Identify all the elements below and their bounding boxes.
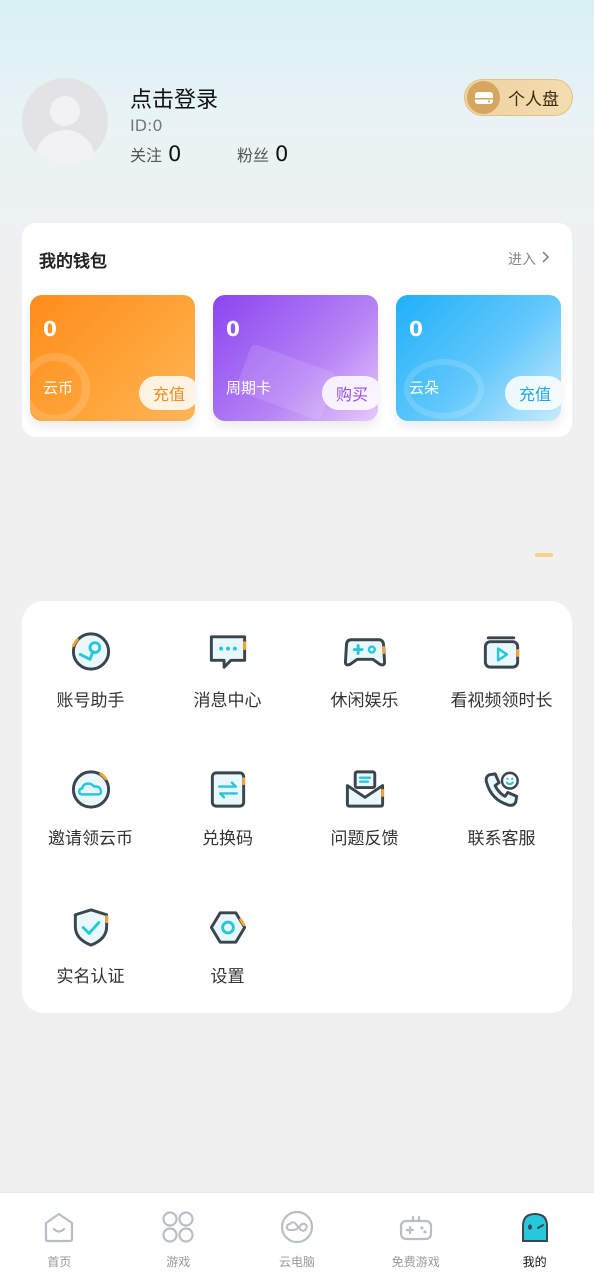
nav-home[interactable]: 首页: [0, 1193, 119, 1280]
tool-message-center[interactable]: 消息中心: [159, 601, 296, 711]
banner-indicator: [535, 553, 553, 557]
tool-label: 消息中心: [193, 691, 262, 711]
period-card[interactable]: 0 周期卡 购买: [213, 295, 378, 421]
wallet-panel: 我的钱包 进入 0 云币 充值 0 周期卡 购买 0 云朵 充值: [22, 223, 572, 437]
period-card-name: 周期卡: [226, 379, 272, 397]
nav-label: 首页: [47, 1255, 72, 1269]
video-icon: [483, 636, 519, 669]
home-icon: [45, 1212, 74, 1243]
apps-icon: [162, 1211, 194, 1243]
feedback-icon: [345, 770, 384, 808]
tool-label: 兑换码: [202, 829, 253, 849]
shield-check-icon: [73, 908, 108, 947]
tool-label: 账号助手: [56, 691, 125, 711]
chevron-right-icon: [542, 251, 550, 267]
gamepad-icon: [343, 638, 386, 667]
bottom-nav: 首页 游戏 云电脑 免费游戏 我的: [0, 1192, 594, 1280]
exchange-icon: [210, 771, 245, 808]
wallet-enter-label: 进入: [508, 252, 536, 268]
personal-disk-button[interactable]: 个人盘: [464, 79, 573, 116]
fans-label: 粉丝: [237, 146, 270, 165]
nav-label: 游戏: [166, 1255, 191, 1269]
nav-label: 云电脑: [278, 1255, 315, 1269]
cloud-coin-recharge-button[interactable]: 充值: [139, 376, 195, 410]
tool-customer-service[interactable]: 联系客服: [433, 739, 570, 849]
cloud-drop-recharge-button[interactable]: 充值: [505, 376, 561, 410]
settings-icon: [209, 911, 246, 944]
tool-feedback[interactable]: 问题反馈: [296, 739, 433, 849]
follow-count: 0: [168, 142, 182, 166]
nav-label: 我的: [522, 1255, 547, 1269]
cloud-drop-card[interactable]: 0 云朵 充值: [396, 295, 561, 421]
tool-account-assistant[interactable]: 账号助手: [22, 601, 159, 711]
cloud-coin-name: 云币: [43, 379, 74, 397]
login-link[interactable]: 点击登录: [130, 82, 218, 114]
tool-label: 邀请领云币: [48, 829, 133, 849]
tool-invite-coins[interactable]: 邀请领云币: [22, 739, 159, 849]
tool-real-name-auth[interactable]: 实名认证: [22, 877, 159, 987]
personal-disk-label: 个人盘: [508, 90, 559, 110]
tool-watch-video[interactable]: 看视频领时长: [433, 601, 570, 711]
nav-label: 免费游戏: [391, 1255, 440, 1269]
user-id: ID:0: [130, 116, 163, 135]
cloud-coin-card[interactable]: 0 云币 充值: [30, 295, 195, 421]
tool-label: 设置: [210, 967, 245, 987]
nav-cloud-pc[interactable]: 云电脑: [238, 1193, 357, 1280]
tool-redeem-code[interactable]: 兑换码: [159, 739, 296, 849]
nav-games[interactable]: 游戏: [119, 1193, 238, 1280]
cloud-invite-icon: [71, 770, 110, 809]
cloud-drop-amount: 0: [409, 317, 423, 341]
period-card-buy-button[interactable]: 购买: [322, 376, 378, 410]
phone-icon: [484, 771, 519, 807]
cloud-drop-name: 云朵: [409, 379, 440, 397]
tool-label: 实名认证: [56, 967, 125, 987]
avatar[interactable]: [22, 78, 108, 164]
message-icon: [209, 635, 246, 669]
tool-label: 休闲娱乐: [330, 691, 399, 711]
steam-icon: [71, 632, 110, 671]
nav-mine[interactable]: 我的: [475, 1193, 594, 1280]
tools-panel: 账号助手 消息中心 休闲娱乐 看视频领时长 邀请领云币 兑换码 问题反馈 联系客…: [22, 601, 572, 1013]
gamepad-icon: [399, 1215, 432, 1241]
wallet-title: 我的钱包: [39, 252, 107, 272]
tool-label: 问题反馈: [330, 829, 399, 849]
tool-settings[interactable]: 设置: [159, 877, 296, 987]
follow-stat[interactable]: 关注 0: [130, 142, 181, 166]
ghost-icon: [521, 1213, 548, 1242]
avatar-head: [50, 96, 80, 126]
follow-label: 关注: [130, 146, 163, 165]
drive-icon: [467, 81, 500, 114]
nav-free-games[interactable]: 免费游戏: [356, 1193, 475, 1280]
cloud-pc-icon: [280, 1210, 314, 1244]
wallet-enter-link[interactable]: 进入: [508, 249, 550, 269]
tool-label: 联系客服: [467, 829, 536, 849]
fans-stat[interactable]: 粉丝 0: [237, 142, 288, 166]
period-card-amount: 0: [226, 317, 240, 341]
tool-leisure-entertainment[interactable]: 休闲娱乐: [296, 601, 433, 711]
fans-count: 0: [275, 142, 289, 166]
cloud-coin-amount: 0: [43, 317, 57, 341]
avatar-body: [35, 130, 95, 164]
tool-label: 看视频领时长: [450, 691, 553, 711]
